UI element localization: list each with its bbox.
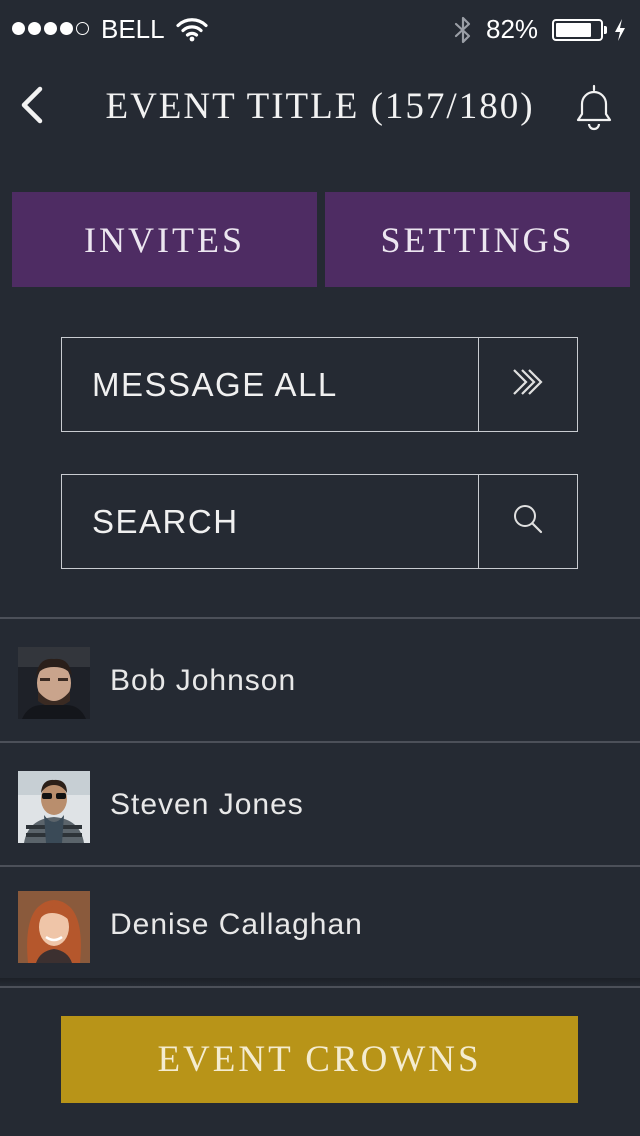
search-input[interactable]	[62, 475, 478, 568]
avatar	[18, 891, 90, 963]
message-all-arrow-button[interactable]	[478, 338, 577, 431]
status-bar: BELL 82%	[0, 0, 640, 60]
bluetooth-icon	[453, 16, 473, 51]
search-row	[61, 474, 578, 569]
list-item[interactable]: Steven Jones	[0, 744, 640, 866]
attendee-name: Denise Callaghan	[110, 908, 363, 941]
tab-settings[interactable]: SETTINGS	[325, 192, 630, 287]
carrier-name: BELL	[101, 14, 165, 44]
event-crowns-button[interactable]: EVENT CROWNS	[61, 1016, 578, 1103]
message-all-row: MESSAGE ALL	[61, 337, 578, 432]
message-all-button[interactable]: MESSAGE ALL	[62, 338, 478, 431]
list-divider	[0, 617, 640, 619]
bell-icon	[570, 84, 618, 136]
wifi-icon	[176, 16, 208, 49]
page-title: EVENT TITLE (157/180)	[105, 86, 535, 127]
search-button[interactable]	[478, 475, 577, 568]
chevron-left-icon	[14, 86, 54, 132]
signal-dot	[76, 22, 89, 35]
battery-nub	[604, 26, 607, 34]
notifications-button[interactable]	[570, 82, 618, 132]
battery-icon	[552, 19, 607, 41]
list-divider	[0, 741, 640, 743]
avatar	[18, 771, 90, 843]
battery-fill	[556, 23, 592, 37]
list-item[interactable]: Bob Johnson	[0, 620, 640, 742]
list-divider	[0, 986, 640, 988]
signal-dot	[28, 22, 41, 35]
double-chevron-right-icon	[510, 366, 546, 403]
tab-invites[interactable]: INVITES	[12, 192, 317, 287]
search-icon	[508, 499, 548, 544]
attendee-name: Steven Jones	[110, 788, 304, 821]
signal-dot	[60, 22, 73, 35]
signal-strength-icon	[12, 22, 89, 35]
signal-dot	[44, 22, 57, 35]
signal-dot	[12, 22, 25, 35]
back-button[interactable]	[14, 84, 54, 128]
charging-icon	[613, 18, 627, 49]
attendee-name: Bob Johnson	[110, 664, 297, 697]
list-item[interactable]: Denise Callaghan	[0, 864, 640, 986]
list-bottom-shadow	[0, 978, 640, 986]
battery-percent: 82%	[486, 14, 539, 44]
avatar	[18, 647, 90, 719]
